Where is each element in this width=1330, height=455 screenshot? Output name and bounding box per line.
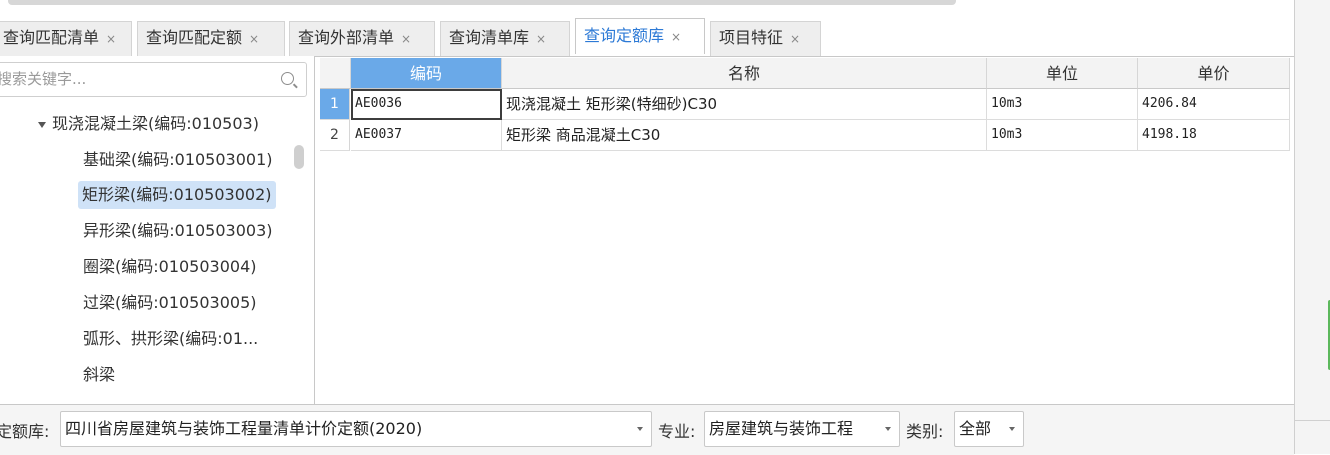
chevron-down-icon[interactable] bbox=[38, 121, 46, 128]
column-header-name[interactable]: 名称 bbox=[502, 58, 987, 89]
quota-library-select[interactable]: 四川省房屋建筑与装饰工程量清单计价定额(2020) bbox=[60, 411, 652, 447]
cell-code[interactable]: AE0037 bbox=[351, 120, 502, 151]
tree-node-parent[interactable]: 现浇混凝土梁(编码:010503) bbox=[34, 110, 263, 138]
tab-project-features[interactable]: 项目特征 × bbox=[710, 21, 821, 56]
tree-node-label: 弧形、拱形梁(编码:01... bbox=[83, 329, 259, 348]
category-tree-panel: 搜索关键字... 现浇混凝土梁(编码:010503) 基础梁(编码:010503… bbox=[0, 56, 315, 404]
right-side-panel bbox=[1294, 0, 1330, 454]
horizontal-scrollbar[interactable] bbox=[8, 0, 956, 5]
corner-cell[interactable] bbox=[320, 58, 351, 89]
tab-query-match-list[interactable]: 查询匹配清单 × bbox=[0, 21, 132, 56]
tree-node-child[interactable]: 斜梁 bbox=[79, 361, 119, 389]
row-number[interactable]: 1 bbox=[320, 89, 350, 120]
select-value: 房屋建筑与装饰工程 bbox=[709, 419, 854, 438]
divider bbox=[1295, 420, 1330, 421]
tab-query-match-quota[interactable]: 查询匹配定额 × bbox=[137, 21, 285, 56]
tab-label: 查询清单库 bbox=[449, 28, 530, 47]
select-value: 四川省房屋建筑与装饰工程量清单计价定额(2020) bbox=[65, 419, 423, 438]
major-label: 专业: bbox=[658, 422, 696, 441]
cell-name[interactable]: 现浇混凝土 矩形梁(特细砂)C30 bbox=[502, 89, 987, 120]
close-icon[interactable]: × bbox=[106, 32, 116, 46]
search-icon[interactable] bbox=[281, 72, 294, 85]
chevron-down-icon[interactable] bbox=[885, 427, 891, 431]
row-number[interactable]: 2 bbox=[320, 120, 350, 151]
cell-unit[interactable]: 10m3 bbox=[987, 89, 1138, 120]
tree-node-child[interactable]: 过梁(编码:010503005) bbox=[79, 289, 261, 317]
close-icon[interactable]: × bbox=[671, 30, 681, 44]
tree-scrollbar[interactable] bbox=[294, 145, 304, 169]
tab-query-quota-library[interactable]: 查询定额库 × bbox=[575, 18, 705, 54]
column-header-code[interactable]: 编码 bbox=[351, 58, 502, 89]
tree-node-label: 过梁(编码:010503005) bbox=[83, 293, 257, 312]
cell-unit[interactable]: 10m3 bbox=[987, 120, 1138, 151]
close-icon[interactable]: × bbox=[249, 32, 259, 46]
tree-node-label: 现浇混凝土梁(编码:010503) bbox=[52, 114, 259, 133]
tree-node-child[interactable]: 基础梁(编码:010503001) bbox=[79, 146, 277, 174]
chevron-down-icon[interactable] bbox=[637, 427, 643, 431]
tree-node-child-selected[interactable]: 矩形梁(编码:010503002) bbox=[78, 181, 276, 209]
chevron-down-icon[interactable] bbox=[1009, 427, 1015, 431]
cell-price[interactable]: 4198.18 bbox=[1138, 120, 1290, 151]
select-value: 全部 bbox=[959, 419, 992, 438]
major-select[interactable]: 房屋建筑与装饰工程 bbox=[704, 411, 900, 447]
cell-code[interactable]: AE0036 bbox=[351, 89, 502, 120]
tab-query-list-library[interactable]: 查询清单库 × bbox=[440, 21, 570, 56]
tree-node-label: 基础梁(编码:010503001) bbox=[83, 150, 273, 169]
tab-label: 项目特征 bbox=[719, 28, 784, 47]
tab-label: 查询外部清单 bbox=[298, 28, 395, 47]
close-icon[interactable]: × bbox=[401, 32, 411, 46]
search-input[interactable]: 搜索关键字... bbox=[0, 62, 307, 97]
category-select[interactable]: 全部 bbox=[954, 411, 1024, 447]
tab-bar: 查询匹配清单 × 查询匹配定额 × 查询外部清单 × 查询清单库 × 查询定额库 × 项目… bbox=[0, 12, 1294, 57]
tree-node-child[interactable]: 异形梁(编码:010503003) bbox=[79, 217, 277, 245]
cell-name[interactable]: 矩形梁 商品混凝土C30 bbox=[502, 120, 987, 151]
tab-query-external-list[interactable]: 查询外部清单 × bbox=[289, 21, 435, 56]
filter-bar: 定额库: 四川省房屋建筑与装饰工程量清单计价定额(2020) 专业: 房屋建筑与… bbox=[0, 404, 1294, 455]
tree-node-child[interactable]: 圈梁(编码:010503004) bbox=[79, 253, 261, 281]
column-header-unit[interactable]: 单位 bbox=[987, 58, 1138, 89]
cell-price[interactable]: 4206.84 bbox=[1138, 89, 1290, 120]
tree-node-label: 矩形梁(编码:010503002) bbox=[82, 185, 272, 204]
tree-node-label: 异形梁(编码:010503003) bbox=[83, 221, 273, 240]
search-placeholder: 搜索关键字... bbox=[0, 70, 87, 88]
close-icon[interactable]: × bbox=[790, 32, 800, 46]
tab-label: 查询定额库 bbox=[584, 26, 665, 45]
tree-node-child[interactable]: 弧形、拱形梁(编码:01... bbox=[79, 325, 262, 353]
column-header-price[interactable]: 单价 bbox=[1138, 58, 1290, 89]
tab-label: 查询匹配定额 bbox=[146, 28, 243, 47]
category-label: 类别: bbox=[906, 422, 944, 441]
tree-node-label: 斜梁 bbox=[83, 365, 116, 384]
tree-node-label: 圈梁(编码:010503004) bbox=[83, 257, 257, 276]
library-label: 定额库: bbox=[0, 422, 50, 441]
tab-label: 查询匹配清单 bbox=[3, 28, 100, 47]
close-icon[interactable]: × bbox=[536, 32, 546, 46]
